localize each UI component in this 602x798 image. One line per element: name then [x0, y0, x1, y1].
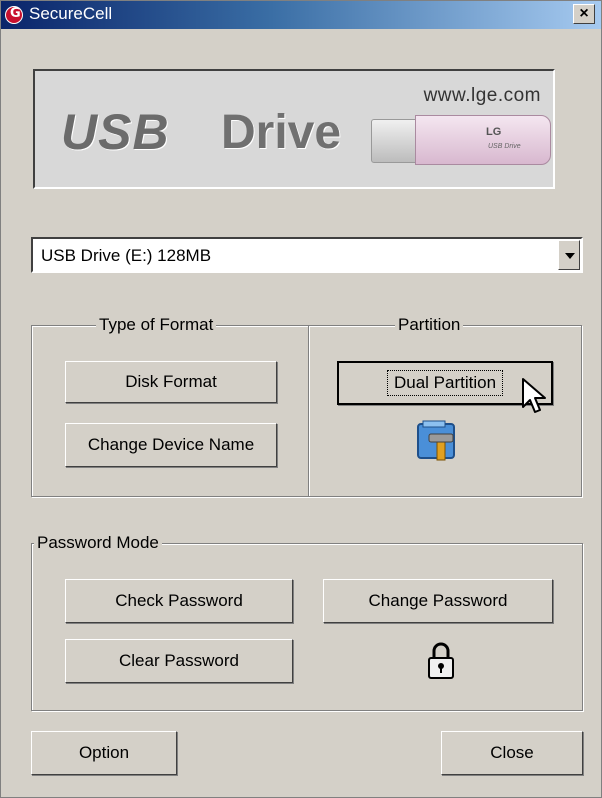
change-device-name-button[interactable]: Change Device Name — [65, 423, 277, 467]
usb-drive-banner: www.lge.com USB Drive LG USB Drive — [33, 69, 555, 189]
password-mode-legend: Password Mode — [34, 533, 162, 553]
title-bar[interactable]: G SecureCell × — [1, 1, 601, 29]
window-title: SecureCell — [29, 4, 113, 23]
dual-partition-label: Dual Partition — [386, 370, 504, 396]
usb-stick-brand: LG — [486, 126, 502, 138]
usb-stick-image: LG USB Drive — [371, 113, 553, 169]
format-group: Type of Format — [31, 315, 309, 497]
mouse-cursor-icon — [522, 378, 546, 413]
chevron-down-icon[interactable] — [558, 240, 580, 270]
partition-tool-icon — [417, 420, 455, 461]
disk-format-button[interactable]: Disk Format — [65, 361, 277, 403]
device-select-value: USB Drive (E:) 128MB — [41, 246, 212, 265]
banner-usb-logo: USB — [61, 104, 170, 160]
format-group-legend: Type of Format — [96, 315, 217, 335]
clear-password-button[interactable]: Clear Password — [65, 639, 293, 683]
close-window-button[interactable]: × — [573, 4, 595, 24]
usb-stick-sub: USB Drive — [488, 143, 521, 150]
partition-group-legend: Partition — [395, 315, 464, 335]
check-password-button[interactable]: Check Password — [65, 579, 293, 623]
lock-icon — [428, 642, 454, 679]
password-mode-group: Password Mode — [31, 533, 583, 711]
option-button[interactable]: Option — [31, 731, 177, 775]
banner-drive-text: Drive — [221, 106, 342, 159]
securecell-window: G SecureCell × www.lge.com USB Drive LG … — [0, 0, 602, 798]
lg-app-icon: G — [5, 6, 23, 24]
device-select[interactable]: USB Drive (E:) 128MB — [31, 237, 583, 273]
banner-url: www.lge.com — [423, 85, 541, 106]
change-password-button[interactable]: Change Password — [323, 579, 553, 623]
close-button[interactable]: Close — [441, 731, 583, 775]
